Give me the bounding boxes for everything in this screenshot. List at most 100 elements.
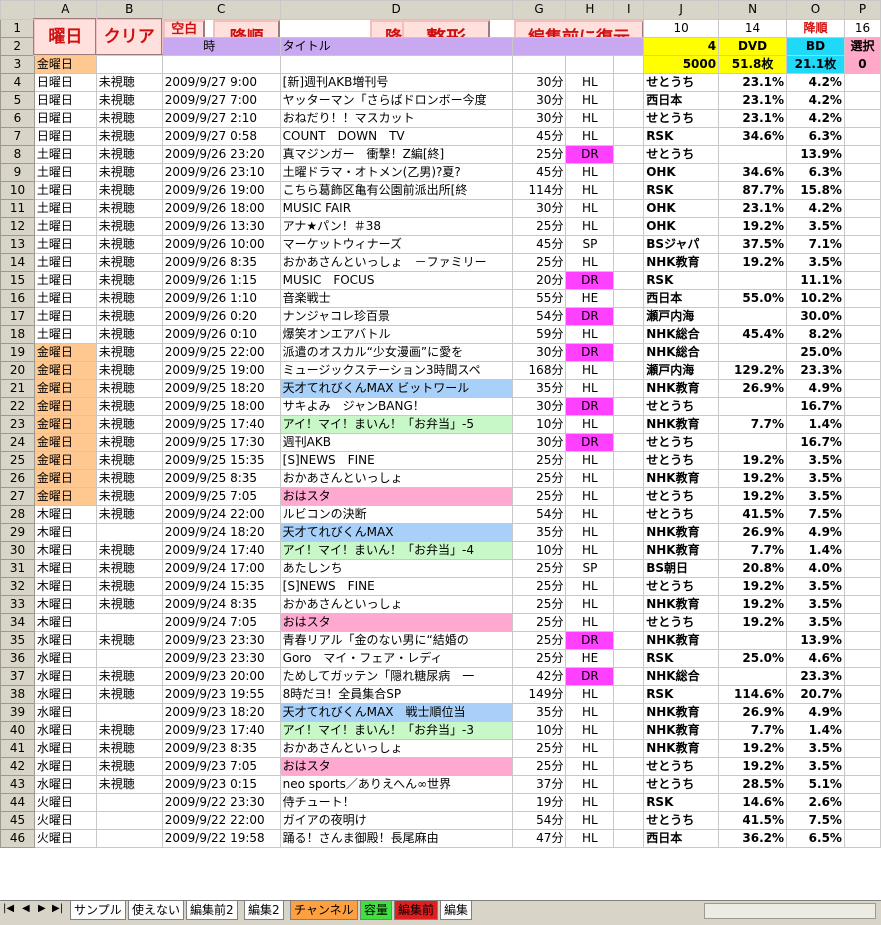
cell-mode[interactable]: HE <box>565 649 615 668</box>
cell-bd-percent[interactable]: 4.0% <box>786 559 845 578</box>
cell-weekday[interactable]: 土曜日 <box>33 325 97 344</box>
cell-mode[interactable]: HL <box>565 829 615 848</box>
cell-dvd-percent[interactable]: 41.5% <box>718 811 788 830</box>
cell-channel[interactable]: NHK教育 <box>643 541 720 560</box>
cell-p[interactable] <box>843 685 881 704</box>
cell-weekday[interactable]: 金曜日 <box>33 361 97 380</box>
cell-mode[interactable]: HL <box>565 127 615 146</box>
cell-datetime[interactable]: 2009/9/24 22:00 <box>161 505 281 524</box>
cell-i[interactable] <box>613 631 645 650</box>
cell-dvd-percent[interactable]: 19.2% <box>718 487 788 506</box>
cell-bd-percent[interactable]: 30.0% <box>786 307 845 326</box>
cell-p3-select-count[interactable]: 0 <box>843 54 881 74</box>
cell-i[interactable] <box>613 667 645 686</box>
cell-i[interactable] <box>613 829 645 848</box>
cell-bd-percent[interactable]: 16.7% <box>786 433 845 452</box>
cell-title[interactable]: 侍チュート！ <box>279 793 513 812</box>
cell-channel[interactable]: NHK教育 <box>643 739 720 758</box>
row-header[interactable]: 9 <box>0 163 35 182</box>
cell-watch-status[interactable]: 未視聴 <box>95 109 163 128</box>
cell-n2-dvd[interactable]: DVD <box>718 36 788 56</box>
cell-channel[interactable]: せとうち <box>643 505 720 524</box>
cell-dvd-percent[interactable]: 23.1% <box>718 91 788 110</box>
cell-bd-percent[interactable]: 5.1% <box>786 775 845 794</box>
sheet-tab[interactable]: サンプル <box>70 901 126 920</box>
cell-datetime[interactable]: 2009/9/25 17:30 <box>161 433 281 452</box>
cell-title[interactable]: 天才てれびくんMAX ビットワール <box>279 379 513 398</box>
cell-dvd-percent[interactable]: 19.2% <box>718 577 788 596</box>
row-header[interactable]: 38 <box>0 685 35 704</box>
cell-mode[interactable]: HL <box>565 325 615 344</box>
cell-g2[interactable] <box>511 36 645 56</box>
cell-i[interactable] <box>613 109 645 128</box>
cell-duration[interactable]: 25分 <box>511 559 567 578</box>
cell-datetime[interactable]: 2009/9/27 0:58 <box>161 127 281 146</box>
sheet-tab[interactable]: 使えない <box>128 901 185 920</box>
cell-weekday[interactable]: 金曜日 <box>33 469 97 488</box>
cell-watch-status[interactable]: 未視聴 <box>95 235 163 254</box>
cell-watch-status[interactable] <box>95 829 163 848</box>
cell-datetime[interactable]: 2009/9/23 19:55 <box>161 685 281 704</box>
cell-p[interactable] <box>843 289 881 308</box>
cell-datetime[interactable]: 2009/9/26 10:00 <box>161 235 281 254</box>
cell-duration[interactable]: 45分 <box>511 163 567 182</box>
cell-bd-percent[interactable]: 10.2% <box>786 289 845 308</box>
cell-title[interactable]: アイ！マイ！まいん！「お弁当」-4 <box>279 541 513 560</box>
cell-weekday[interactable]: 土曜日 <box>33 253 97 272</box>
cell-watch-status[interactable] <box>95 523 163 542</box>
cell-i[interactable] <box>613 91 645 110</box>
cell-p[interactable] <box>843 811 881 830</box>
column-header-h[interactable]: H <box>565 0 615 20</box>
cell-duration[interactable]: 20分 <box>511 271 567 290</box>
cell-mode[interactable]: DR <box>565 433 615 452</box>
cell-duration[interactable]: 35分 <box>511 703 567 722</box>
cell-watch-status[interactable]: 未視聴 <box>95 595 163 614</box>
cell-p[interactable] <box>843 667 881 686</box>
cell-watch-status[interactable]: 未視聴 <box>95 325 163 344</box>
cell-dvd-percent[interactable]: 45.4% <box>718 325 788 344</box>
cell-i[interactable] <box>613 559 645 578</box>
cell-mode[interactable]: HL <box>565 541 615 560</box>
cell-duration[interactable]: 10分 <box>511 721 567 740</box>
cell-weekday[interactable]: 土曜日 <box>33 289 97 308</box>
cell-weekday[interactable]: 日曜日 <box>33 91 97 110</box>
cell-duration[interactable]: 25分 <box>511 757 567 776</box>
cell-title[interactable]: 音楽戦士 <box>279 289 513 308</box>
row-header[interactable]: 31 <box>0 559 35 578</box>
column-header-p[interactable]: P <box>843 0 881 20</box>
cell-dvd-percent[interactable]: 23.1% <box>718 109 788 128</box>
cell-datetime[interactable]: 2009/9/25 19:00 <box>161 361 281 380</box>
cell-watch-status[interactable]: 未視聴 <box>95 631 163 650</box>
cell-bd-percent[interactable]: 4.2% <box>786 73 845 92</box>
cell-d3[interactable] <box>279 54 513 74</box>
cell-channel[interactable]: RSK <box>643 181 720 200</box>
cell-bd-percent[interactable]: 3.5% <box>786 451 845 470</box>
cell-weekday[interactable]: 金曜日 <box>33 451 97 470</box>
cell-weekday[interactable]: 水曜日 <box>33 721 97 740</box>
cell-i[interactable] <box>613 307 645 326</box>
cell-datetime[interactable]: 2009/9/23 23:30 <box>161 631 281 650</box>
cell-duration[interactable]: 54分 <box>511 811 567 830</box>
cell-mode[interactable]: HL <box>565 91 615 110</box>
row-header[interactable]: 11 <box>0 199 35 218</box>
cell-watch-status[interactable]: 未視聴 <box>95 721 163 740</box>
cell-mode[interactable]: HL <box>565 109 615 128</box>
row-header[interactable]: 37 <box>0 667 35 686</box>
row-header[interactable]: 46 <box>0 829 35 848</box>
cell-i[interactable] <box>613 541 645 560</box>
cell-watch-status[interactable]: 未視聴 <box>95 91 163 110</box>
cell-weekday[interactable]: 土曜日 <box>33 181 97 200</box>
cell-channel[interactable]: BSジャパ <box>643 235 720 254</box>
cell-dvd-percent[interactable]: 36.2% <box>718 829 788 848</box>
cell-mode[interactable]: HL <box>565 793 615 812</box>
cell-mode[interactable]: HL <box>565 577 615 596</box>
cell-channel[interactable]: NHK教育 <box>643 523 720 542</box>
cell-g3[interactable] <box>511 54 567 74</box>
cell-o1-sort-desc[interactable]: 降順 <box>786 18 845 38</box>
row-header[interactable]: 22 <box>0 397 35 416</box>
cell-duration[interactable]: 30分 <box>511 73 567 92</box>
cell-bd-percent[interactable]: 6.5% <box>786 829 845 848</box>
cell-watch-status[interactable]: 未視聴 <box>95 469 163 488</box>
cell-duration[interactable]: 54分 <box>511 307 567 326</box>
cell-i[interactable] <box>613 685 645 704</box>
